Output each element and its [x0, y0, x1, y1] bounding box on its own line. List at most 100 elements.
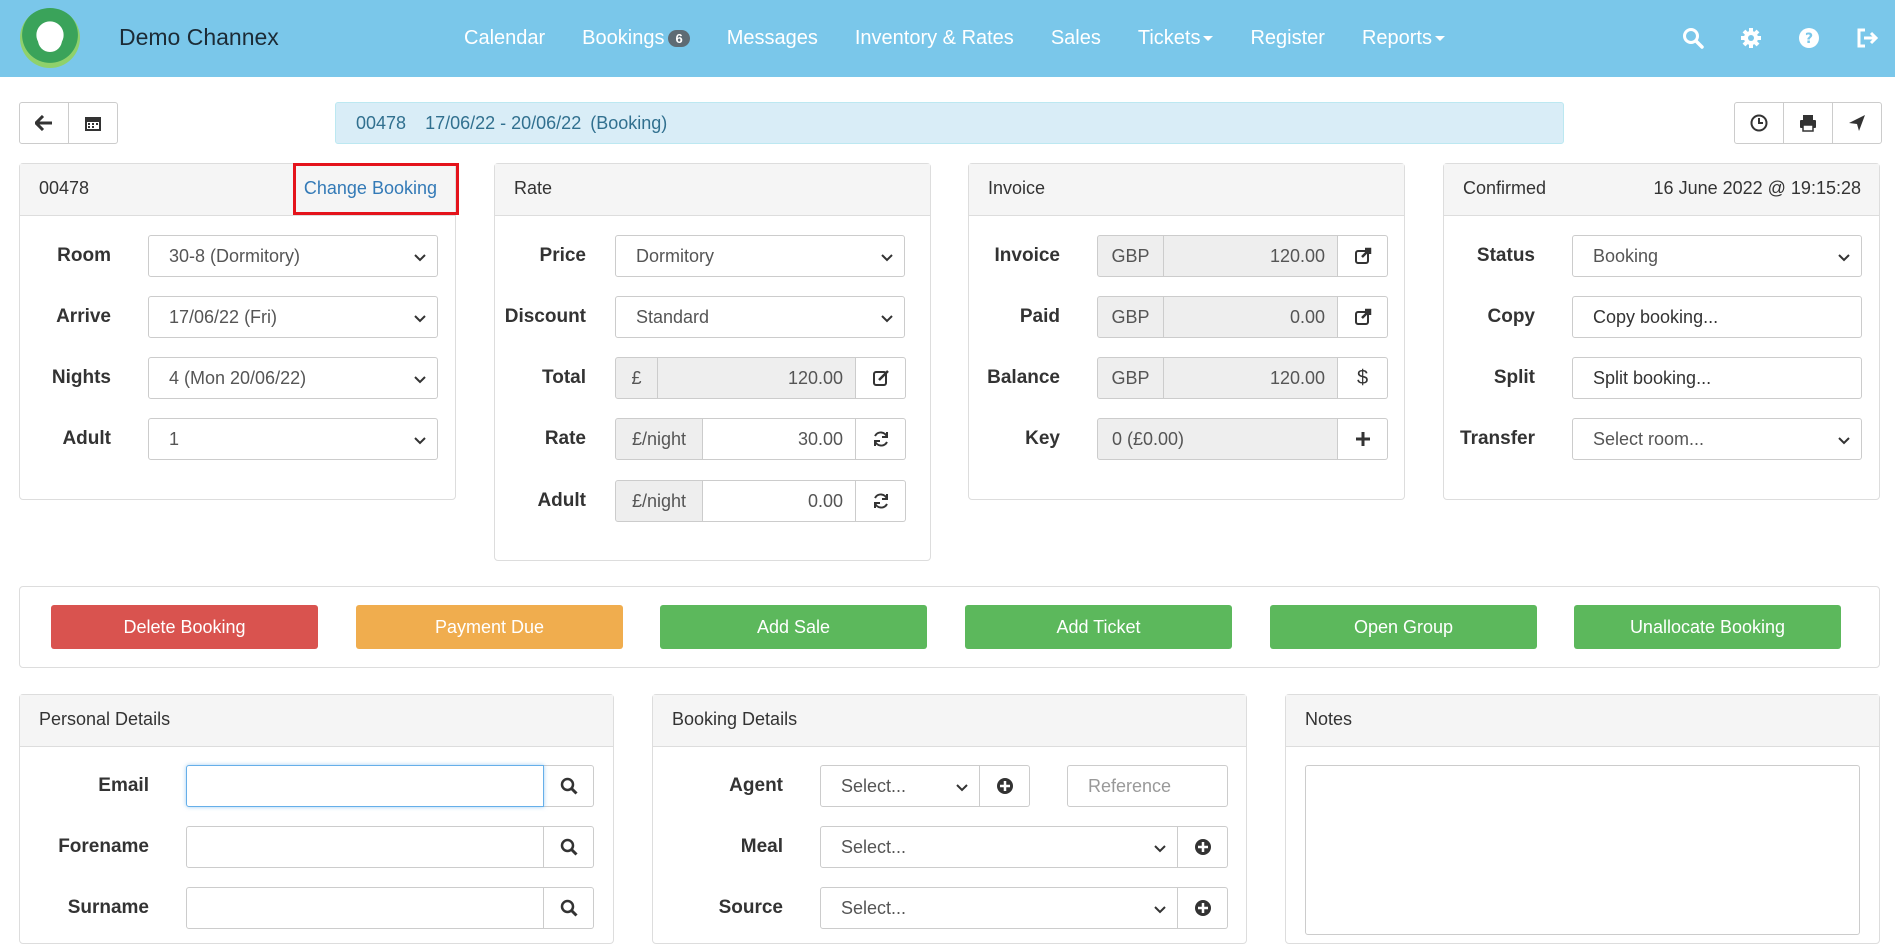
plus-circle-icon [996, 778, 1013, 794]
add-meal-button[interactable] [1178, 826, 1228, 868]
email-group [186, 765, 594, 807]
reference-input[interactable]: Reference [1067, 765, 1228, 807]
gear-icon[interactable] [1735, 22, 1767, 54]
total-group: £ 120.00 [615, 357, 906, 399]
add-sale-button[interactable]: Add Sale [660, 605, 927, 649]
status-select[interactable]: Booking [1572, 235, 1862, 277]
surname-search-button[interactable] [544, 887, 594, 929]
refresh-adult-rate-button[interactable] [856, 480, 906, 522]
app-logo[interactable] [20, 8, 80, 68]
paper-plane-icon [1849, 115, 1865, 131]
brand-name[interactable]: Demo Channex [119, 24, 279, 51]
rate-input[interactable]: 30.00 [703, 418, 856, 460]
back-button[interactable] [19, 102, 69, 144]
forename-group [186, 826, 594, 868]
nav-sales[interactable]: Sales [1051, 27, 1101, 50]
add-key-button[interactable] [1338, 418, 1388, 460]
adult-row: Adult 1 [19, 418, 438, 460]
reference-placeholder: Reference [1088, 776, 1172, 796]
adult-label: Adult [62, 428, 111, 449]
help-icon[interactable]: ? [1793, 22, 1825, 54]
logout-icon[interactable] [1851, 22, 1883, 54]
open-group-button[interactable]: Open Group [1270, 605, 1537, 649]
transfer-select[interactable]: Select room... [1572, 418, 1862, 460]
status-row: Status Booking [1443, 235, 1862, 277]
invoice-currency: GBP [1097, 235, 1164, 277]
external-link-icon [1354, 308, 1371, 325]
key-group: 0 (£0.00) [1097, 418, 1388, 460]
email-field[interactable] [186, 765, 544, 807]
booking-details-heading: Booking Details [653, 695, 1246, 747]
plus-circle-icon [1194, 839, 1211, 855]
email-search-button[interactable] [544, 765, 594, 807]
personal-panel-heading: Personal Details [20, 695, 613, 747]
adult-rate-unit: £/night [615, 480, 703, 522]
rate-row: Rate £/night 30.00 [494, 418, 906, 460]
balance-value: 120.00 [1164, 357, 1338, 399]
delete-booking-button[interactable]: Delete Booking [51, 605, 318, 649]
invoice-label: Invoice [994, 245, 1060, 266]
caret-down-icon [1203, 36, 1214, 41]
transfer-select-value: Select room... [1593, 429, 1705, 449]
split-label: Split [1493, 367, 1535, 388]
arrive-select[interactable]: 17/06/22 (Fri) [148, 296, 438, 338]
discount-select[interactable]: Standard [615, 296, 905, 338]
status-panel-heading: Confirmed 16 June 2022 @ 19:15:28 [1444, 164, 1879, 216]
forename-field[interactable] [186, 826, 544, 868]
meal-select[interactable]: Select... [820, 826, 1178, 868]
refresh-rate-button[interactable] [856, 418, 906, 460]
key-value: 0 (£0.00) [1097, 418, 1338, 460]
room-row: Room 30-8 (Dormitory) [19, 235, 438, 277]
print-button[interactable] [1783, 102, 1833, 144]
external-link-icon [1354, 247, 1371, 264]
unallocate-booking-button[interactable]: Unallocate Booking [1574, 605, 1841, 649]
header-booking-id: 00478 [356, 113, 407, 133]
add-ticket-button[interactable]: Add Ticket [965, 605, 1232, 649]
nav-bookings[interactable]: Bookings 6 [582, 27, 690, 50]
room-select[interactable]: 30-8 (Dormitory) [148, 235, 438, 277]
nav-calendar[interactable]: Calendar [464, 27, 545, 50]
nav-tickets[interactable]: Tickets [1138, 27, 1214, 50]
nav-messages[interactable]: Messages [727, 27, 818, 50]
copy-booking-input[interactable]: Copy booking... [1572, 296, 1862, 338]
forename-search-button[interactable] [544, 826, 594, 868]
send-button[interactable] [1832, 102, 1882, 144]
notes-panel-title: Notes [1305, 709, 1353, 729]
invoice-panel-title: Invoice [988, 178, 1046, 198]
arrive-label: Arrive [56, 306, 111, 327]
nav-reports[interactable]: Reports [1362, 27, 1445, 50]
source-select-value: Select... [841, 898, 907, 918]
notes-textarea[interactable] [1305, 765, 1860, 935]
add-source-button[interactable] [1178, 887, 1228, 929]
balance-row: Balance GBP 120.00 $ [968, 357, 1388, 399]
calendar-button[interactable] [68, 102, 118, 144]
open-invoice-button[interactable] [1338, 235, 1388, 277]
split-booking-input[interactable]: Split booking... [1572, 357, 1862, 399]
source-select[interactable]: Select... [820, 887, 1178, 929]
edit-icon [872, 370, 889, 386]
bookings-count-badge: 6 [668, 30, 690, 47]
search-icon [560, 777, 578, 795]
adult-rate-input[interactable]: 0.00 [703, 480, 856, 522]
nights-row: Nights 4 (Mon 20/06/22) [19, 357, 438, 399]
invoice-row: Invoice GBP 120.00 [968, 235, 1388, 277]
nav-register[interactable]: Register [1250, 27, 1324, 50]
search-icon[interactable] [1677, 22, 1709, 54]
history-button[interactable] [1734, 102, 1784, 144]
payment-due-button[interactable]: Payment Due [356, 605, 623, 649]
dollar-payment-button[interactable]: $ [1338, 357, 1388, 399]
price-select[interactable]: Dormitory [615, 235, 905, 277]
surname-field[interactable] [186, 887, 544, 929]
adult-select[interactable]: 1 [148, 418, 438, 460]
open-payments-button[interactable] [1338, 296, 1388, 338]
agent-select[interactable]: Select... [820, 765, 980, 807]
chevron-down-icon [880, 248, 894, 269]
total-row: Total £ 120.00 [494, 357, 906, 399]
edit-total-button[interactable] [856, 357, 906, 399]
chevron-down-icon [413, 248, 427, 269]
nights-select[interactable]: 4 (Mon 20/06/22) [148, 357, 438, 399]
add-agent-button[interactable] [980, 765, 1030, 807]
adult-rate-group: £/night 0.00 [615, 480, 906, 522]
nav-inventory-rates[interactable]: Inventory & Rates [855, 27, 1014, 50]
surname-row: Surname [19, 887, 594, 929]
